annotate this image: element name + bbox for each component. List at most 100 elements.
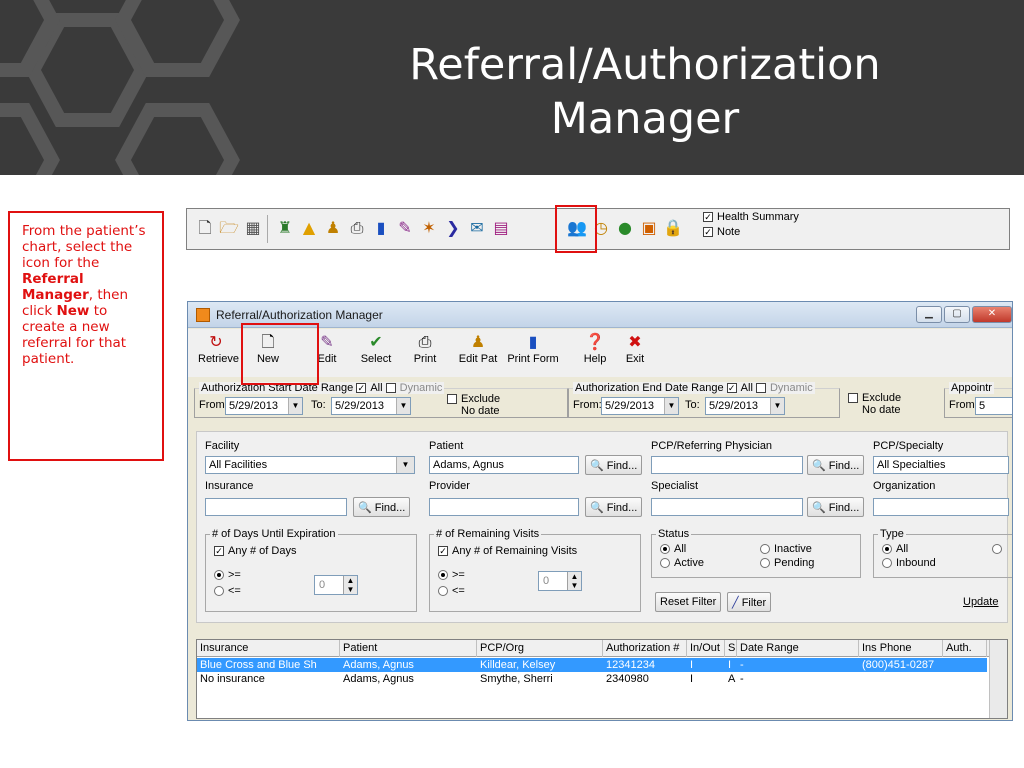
checkbox-box[interactable]: ✓ [703, 212, 713, 223]
all-checkbox[interactable]: ✓ [356, 383, 367, 394]
find-patient-button[interactable]: 🔍 Find... [585, 455, 643, 475]
warning-icon[interactable]: ▲ [299, 218, 319, 238]
select-button[interactable]: ✔ Select [356, 333, 396, 365]
radio-button[interactable] [214, 570, 224, 581]
filter-button[interactable]: ╱ Filter [727, 592, 772, 612]
column-header[interactable]: S [725, 640, 737, 657]
any-visits-checkbox[interactable]: ✓ Any # of Remaining Visits [438, 545, 577, 557]
print-form-button[interactable]: ▮ Print Form [502, 333, 564, 365]
chevron-down-icon[interactable]: ▼ [770, 398, 784, 414]
update-button[interactable]: Update [963, 596, 998, 608]
radio-button[interactable] [660, 558, 670, 569]
facility-select[interactable]: All Facilities ▼ [205, 456, 415, 474]
dynamic-checkbox[interactable] [755, 383, 766, 394]
calculator-icon[interactable]: ▣ [639, 218, 659, 238]
radio-button[interactable] [438, 586, 448, 597]
auth-end-from-date[interactable]: 5/29/2013 ▼ [601, 397, 679, 415]
insurance-field[interactable] [205, 498, 347, 516]
reset-filter-button[interactable]: Reset Filter [655, 592, 722, 612]
person-icon[interactable]: ♟ [323, 218, 343, 238]
lock-icon[interactable]: 🔒 [663, 218, 683, 238]
provider-field[interactable] [429, 498, 579, 516]
type-outbound-radio[interactable] [992, 543, 1006, 555]
radio-button[interactable] [214, 586, 224, 597]
minimize-button[interactable]: ▁ [916, 306, 942, 323]
print-button[interactable]: ⎙ Print [410, 333, 440, 365]
column-header[interactable]: Insurance [197, 640, 340, 657]
mail-icon[interactable]: ✉ [467, 218, 487, 238]
any-days-checkbox[interactable]: ✓ Any # of Days [214, 545, 296, 557]
specialist-field[interactable] [651, 498, 803, 516]
exclude-no-date[interactable]: Exclude [447, 393, 500, 405]
auth-end-to-date[interactable]: 5/29/2013 ▼ [705, 397, 785, 415]
chart-icon[interactable]: ▤ [491, 218, 511, 238]
column-header[interactable]: PCP/Org [477, 640, 603, 657]
health-summary-checkbox[interactable]: ✓ Health Summary [703, 211, 799, 223]
gte-radio[interactable]: >= [214, 569, 241, 581]
retrieve-button[interactable]: ↻ Retrieve [198, 333, 239, 365]
radio-button[interactable] [438, 570, 448, 581]
checkbox-box[interactable]: ✓ [438, 546, 448, 557]
pencil-icon[interactable]: ✎ [395, 218, 415, 238]
table-row[interactable]: Blue Cross and Blue Sh Adams, Agnus Kill… [197, 658, 987, 672]
exit-button[interactable]: ✖ Exit [620, 333, 650, 365]
find-provider-button[interactable]: 🔍 Find... [585, 497, 643, 517]
status-active-radio[interactable]: Active [660, 557, 704, 569]
stepper-arrows-icon[interactable]: ▲ ▼ [343, 576, 357, 594]
trash-icon[interactable]: ▦ [243, 218, 263, 238]
document-icon[interactable]: ▮ [371, 218, 391, 238]
all-checkbox[interactable]: ✓ [726, 383, 737, 394]
radio-button[interactable] [882, 558, 892, 569]
checkbox-box[interactable]: ✓ [703, 227, 713, 238]
pcp-field[interactable] [651, 456, 803, 474]
radio-button[interactable] [660, 544, 670, 555]
chevron-down-icon[interactable]: ▼ [288, 398, 302, 414]
checkbox-box[interactable]: ✓ [214, 546, 224, 557]
column-header[interactable]: Ins Phone [859, 640, 943, 657]
note-checkbox[interactable]: ✓ Note [703, 226, 740, 238]
patient-field[interactable]: Adams, Agnus [429, 456, 579, 474]
radio-button[interactable] [882, 544, 892, 555]
status-inactive-radio[interactable]: Inactive [760, 543, 812, 555]
radio-button[interactable] [760, 544, 770, 555]
column-header[interactable]: Patient [340, 640, 477, 657]
radio-button[interactable] [760, 558, 770, 569]
type-all-radio[interactable]: All [882, 543, 908, 555]
specialty-select[interactable]: All Specialties [873, 456, 1009, 474]
find-insurance-button[interactable]: 🔍 Find... [353, 497, 411, 517]
globe-icon[interactable]: ● [615, 218, 635, 238]
open-folder-icon[interactable]: 🗁 [219, 218, 239, 238]
edit-patient-button[interactable]: ♟ Edit Pat [456, 333, 500, 365]
gte-radio[interactable]: >= [438, 569, 465, 581]
help-button[interactable]: ❓ Help [580, 333, 610, 365]
exclude-checkbox[interactable] [447, 394, 457, 405]
print-icon[interactable]: ⎙ [347, 218, 367, 238]
arrow-icon[interactable]: ❯ [443, 218, 463, 238]
radio-button[interactable] [992, 544, 1002, 555]
column-header[interactable]: In/Out [687, 640, 725, 657]
exclude-no-date-end[interactable]: Exclude [848, 392, 901, 404]
type-inbound-radio[interactable]: Inbound [882, 557, 936, 569]
lab-icon[interactable]: ♜ [275, 218, 295, 238]
visits-stepper[interactable]: 0 ▲ ▼ [538, 571, 582, 591]
column-header[interactable]: Date Range [737, 640, 859, 657]
stepper-arrows-icon[interactable]: ▲ ▼ [567, 572, 581, 590]
chevron-down-icon[interactable]: ▼ [396, 457, 414, 473]
status-all-radio[interactable]: All [660, 543, 686, 555]
appointment-from-date[interactable]: 5 [975, 397, 1012, 415]
dynamic-checkbox[interactable] [385, 383, 396, 394]
chevron-down-icon[interactable]: ▼ [664, 398, 678, 414]
days-stepper[interactable]: 0 ▲ ▼ [314, 575, 358, 595]
column-header[interactable]: Auth. [943, 640, 987, 657]
find-pcp-button[interactable]: 🔍 Find... [807, 455, 865, 475]
lte-radio[interactable]: <= [214, 585, 241, 597]
auth-start-from-date[interactable]: 5/29/2013 ▼ [225, 397, 303, 415]
find-specialist-button[interactable]: 🔍 Find... [807, 497, 865, 517]
wand-icon[interactable]: ✶ [419, 218, 439, 238]
status-pending-radio[interactable]: Pending [760, 557, 814, 569]
column-header[interactable]: Authorization # [603, 640, 687, 657]
maximize-button[interactable]: ▢ [944, 306, 970, 323]
table-row[interactable]: No insurance Adams, Agnus Smythe, Sherri… [197, 672, 987, 686]
lte-radio[interactable]: <= [438, 585, 465, 597]
auth-start-to-date[interactable]: 5/29/2013 ▼ [331, 397, 411, 415]
